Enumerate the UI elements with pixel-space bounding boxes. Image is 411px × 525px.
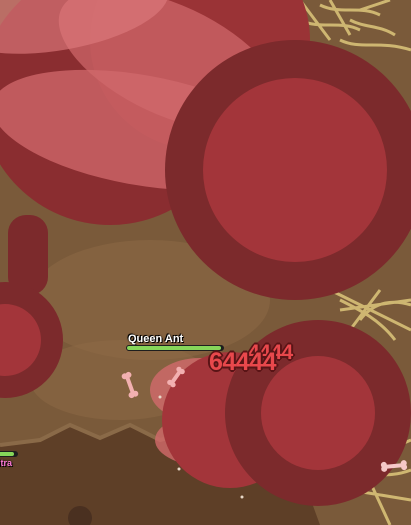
damage-number: 64444 <box>209 348 277 376</box>
sand-particle <box>240 495 244 499</box>
sand-particle <box>158 395 162 399</box>
player-health-fill <box>0 452 14 456</box>
boss-name-label: Queen Ant <box>128 333 184 345</box>
game-canvas[interactable] <box>0 0 411 525</box>
sand-particle <box>177 467 181 471</box>
ant-head-inner <box>203 78 387 262</box>
player-name-label: ltra <box>0 458 13 468</box>
player-health-bar <box>0 451 18 457</box>
boss-health-fill <box>127 346 222 350</box>
ant-head-inner <box>261 356 375 470</box>
